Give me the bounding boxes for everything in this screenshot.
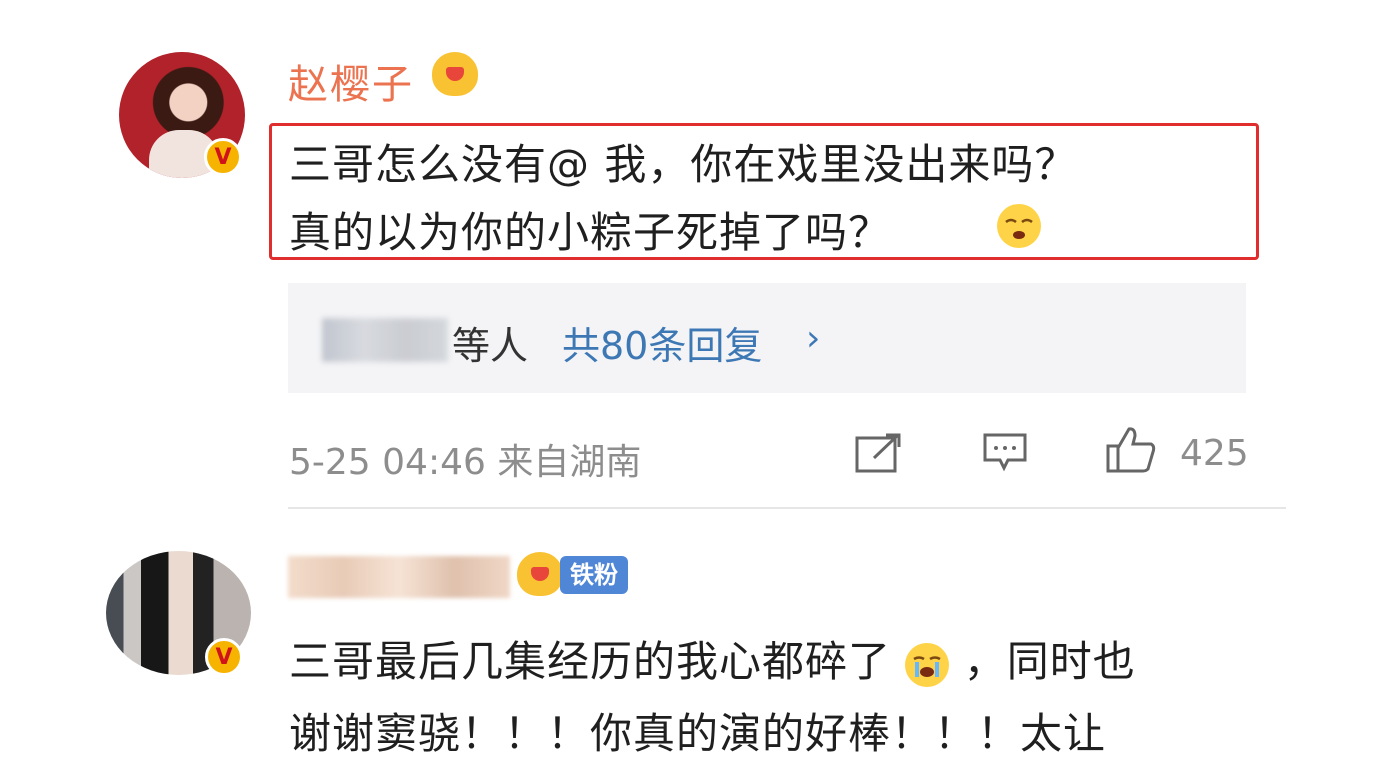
comment-text-line1: 三哥最后几集经历的我心都碎了 ，同时也: [289, 628, 1136, 689]
chevron-right-icon[interactable]: ›: [806, 318, 820, 359]
comment-meta: 5-25 04:46 来自湖南: [289, 433, 641, 485]
crying-emoji-icon: [905, 642, 950, 687]
location: 来自湖南: [497, 442, 642, 483]
blurred-username[interactable]: [288, 556, 510, 598]
comment-text-part: ，同时也: [963, 637, 1136, 686]
username[interactable]: 赵樱子: [288, 52, 414, 110]
crown-icon: [517, 552, 563, 596]
share-icon[interactable]: [854, 432, 902, 474]
divider: [288, 507, 1286, 509]
like-count: 425: [1180, 433, 1249, 474]
blurred-reply-names: [322, 318, 448, 362]
verified-badge: V: [204, 138, 242, 176]
comment-text-line1: 三哥怎么没有@ 我，你在戏里没出来吗？: [289, 140, 1078, 189]
timestamp: 5-25 04:46: [289, 442, 486, 483]
comment-text-line2: 谢谢窦骁！！！你真的演的好棒！！！太让: [289, 709, 1107, 758]
comment-text-part: 三哥最后几集经历的我心都碎了: [289, 637, 892, 686]
view-replies-link[interactable]: 共80条回复: [562, 315, 762, 370]
like-icon[interactable]: [1105, 426, 1157, 474]
verified-badge: V: [205, 638, 243, 676]
replies-suffix: 等人: [452, 324, 529, 368]
comment-text-line2: 真的以为你的小粽子死掉了吗？: [289, 208, 892, 257]
fan-badge: 铁粉: [560, 556, 628, 594]
sad-emoji-icon: [997, 204, 1041, 248]
crown-icon: [432, 52, 478, 96]
comment-icon[interactable]: [982, 432, 1028, 472]
